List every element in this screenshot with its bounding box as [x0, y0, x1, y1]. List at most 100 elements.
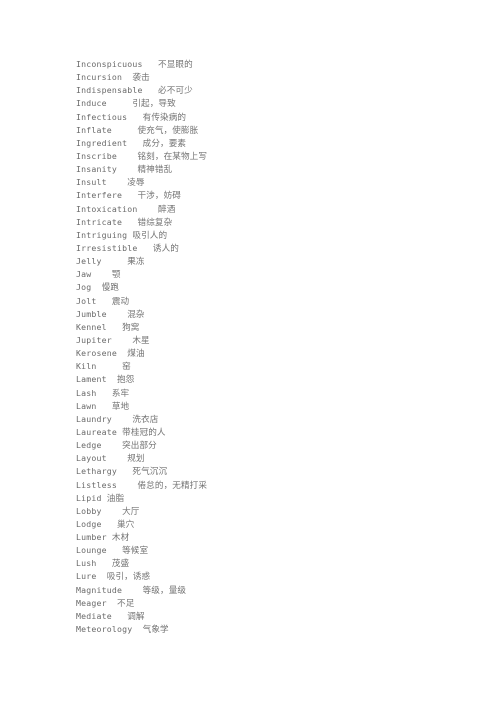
entry-spacer — [102, 518, 117, 531]
entry-term: Lash — [76, 387, 97, 398]
entry-term: Kennel — [76, 321, 107, 332]
entry-gloss: 木星 — [132, 335, 150, 346]
entry-spacer — [112, 413, 132, 426]
vocabulary-entry: Laundry 洗衣店 — [76, 413, 476, 426]
entry-gloss: 醉酒 — [158, 204, 176, 215]
entry-spacer — [107, 321, 122, 334]
entry-gloss: 煤油 — [127, 349, 145, 360]
vocabulary-entry: Meager 不足 — [76, 597, 476, 610]
entry-spacer — [122, 189, 137, 202]
entry-gloss: 死气沉沉 — [132, 467, 168, 478]
vocabulary-entry: Ingredient 成分，要素 — [76, 137, 476, 150]
vocabulary-entry: Lawn 草地 — [76, 400, 476, 413]
entry-spacer — [127, 137, 142, 150]
entry-term: Laundry — [76, 413, 112, 424]
entry-term: Jelly — [76, 256, 102, 267]
entry-spacer — [97, 570, 107, 583]
entry-term: Inscribe — [76, 150, 118, 161]
vocabulary-entry: Indispensable 必不可少 — [76, 84, 476, 97]
entry-term: Meager — [76, 597, 107, 608]
entry-term: Intricate — [76, 216, 123, 227]
entry-spacer — [112, 124, 138, 137]
entry-gloss: 等级，量级 — [142, 585, 187, 596]
entry-gloss: 抱怨 — [117, 375, 135, 386]
entry-spacer — [122, 584, 142, 597]
entry-spacer — [112, 334, 132, 347]
entry-term: Jaw — [76, 269, 92, 280]
entry-term: Incursion — [76, 72, 123, 83]
entry-term: Lounge — [76, 545, 107, 556]
entry-spacer — [107, 373, 117, 386]
entry-spacer — [117, 163, 137, 176]
vocabulary-entry: Ledge 突出部分 — [76, 439, 476, 452]
entry-spacer — [102, 439, 122, 452]
entry-gloss: 诱人的 — [152, 243, 179, 254]
entry-term: Jumble — [76, 308, 107, 319]
entry-term: Insanity — [76, 164, 118, 175]
entry-gloss: 巢穴 — [116, 519, 135, 530]
entry-gloss: 引起，导致 — [132, 99, 176, 110]
vocabulary-entry: Intriguing 吸引人的 — [76, 229, 476, 242]
vocabulary-entry: Insult 凌辱 — [76, 176, 476, 189]
entry-spacer — [102, 255, 128, 268]
entry-spacer — [107, 176, 127, 189]
entry-term: Lobby — [76, 505, 102, 516]
vocabulary-entry: Jumble 混杂 — [76, 308, 476, 321]
entry-spacer — [97, 557, 112, 570]
vocabulary-entry: Magnitude 等级，量级 — [76, 584, 476, 597]
entry-gloss: 铭刻，在某物上写 — [137, 151, 208, 162]
entry-gloss: 狗窝 — [122, 322, 140, 333]
entry-spacer — [122, 216, 137, 229]
vocabulary-entry: Lush 茂盛 — [76, 557, 476, 570]
vocabulary-entry: Lethargy 死气沉沉 — [76, 465, 476, 478]
vocabulary-entry: Meteorology 气象学 — [76, 623, 476, 636]
vocabulary-entry: Irresistible 诱人的 — [76, 242, 476, 255]
entry-gloss: 窑 — [122, 362, 131, 373]
entry-spacer — [117, 465, 132, 478]
entry-term: Laureate — [76, 426, 118, 437]
entry-term: Irresistible — [76, 242, 138, 253]
vocabulary-entry: Kerosene 煤油 — [76, 347, 476, 360]
entry-spacer — [102, 505, 122, 518]
entry-term: Insult — [76, 177, 107, 188]
entry-gloss: 成分，要素 — [142, 138, 187, 149]
entry-gloss: 必不可少 — [158, 86, 193, 97]
document-page: Inconspicuous 不显眼的 Incursion 袭击 Indispensa… — [0, 0, 500, 708]
entry-gloss: 干涉，妨碍 — [137, 191, 181, 202]
entry-gloss: 倦怠的，无精打采 — [137, 480, 208, 491]
entry-spacer — [107, 544, 122, 557]
entry-spacer — [143, 84, 158, 97]
vocabulary-entry: Laureate 带桂冠的人 — [76, 426, 476, 439]
entry-term: Lodge — [76, 518, 102, 529]
entry-term: Ledge — [76, 440, 102, 451]
vocabulary-entry: Jog 慢跑 — [76, 281, 476, 294]
entry-term: Lethargy — [76, 466, 118, 477]
entry-gloss: 震动 — [111, 296, 130, 307]
entry-gloss: 使充气，使膨胀 — [137, 125, 199, 136]
entry-gloss: 袭击 — [132, 73, 150, 84]
entry-gloss: 系牢 — [111, 388, 130, 399]
entry-term: Jog — [76, 282, 92, 293]
entry-spacer — [91, 268, 111, 281]
entry-spacer — [107, 597, 117, 610]
entry-term: Listless — [76, 479, 118, 490]
entry-term: Lumber — [76, 532, 107, 543]
entry-spacer — [91, 281, 101, 294]
entry-term: Induce — [76, 98, 107, 109]
entry-gloss: 气象学 — [142, 625, 169, 636]
entry-term: Lament — [76, 374, 107, 385]
entry-gloss: 大厅 — [122, 506, 140, 517]
entry-spacer — [97, 295, 112, 308]
entry-gloss: 果冻 — [127, 257, 145, 268]
entry-gloss: 混杂 — [127, 309, 145, 320]
entry-gloss: 错综复杂 — [137, 217, 173, 228]
entry-gloss: 等候室 — [122, 546, 149, 557]
entry-spacer — [117, 479, 137, 492]
vocabulary-entry: Jaw 颚 — [76, 268, 476, 281]
vocabulary-entry: Kiln 窑 — [76, 360, 476, 373]
vocabulary-entry: Lounge 等候室 — [76, 544, 476, 557]
entry-term: Infectious — [76, 111, 128, 122]
entry-gloss: 不显眼的 — [158, 60, 193, 70]
entry-spacer — [112, 610, 127, 623]
entry-term: Lawn — [76, 400, 97, 411]
